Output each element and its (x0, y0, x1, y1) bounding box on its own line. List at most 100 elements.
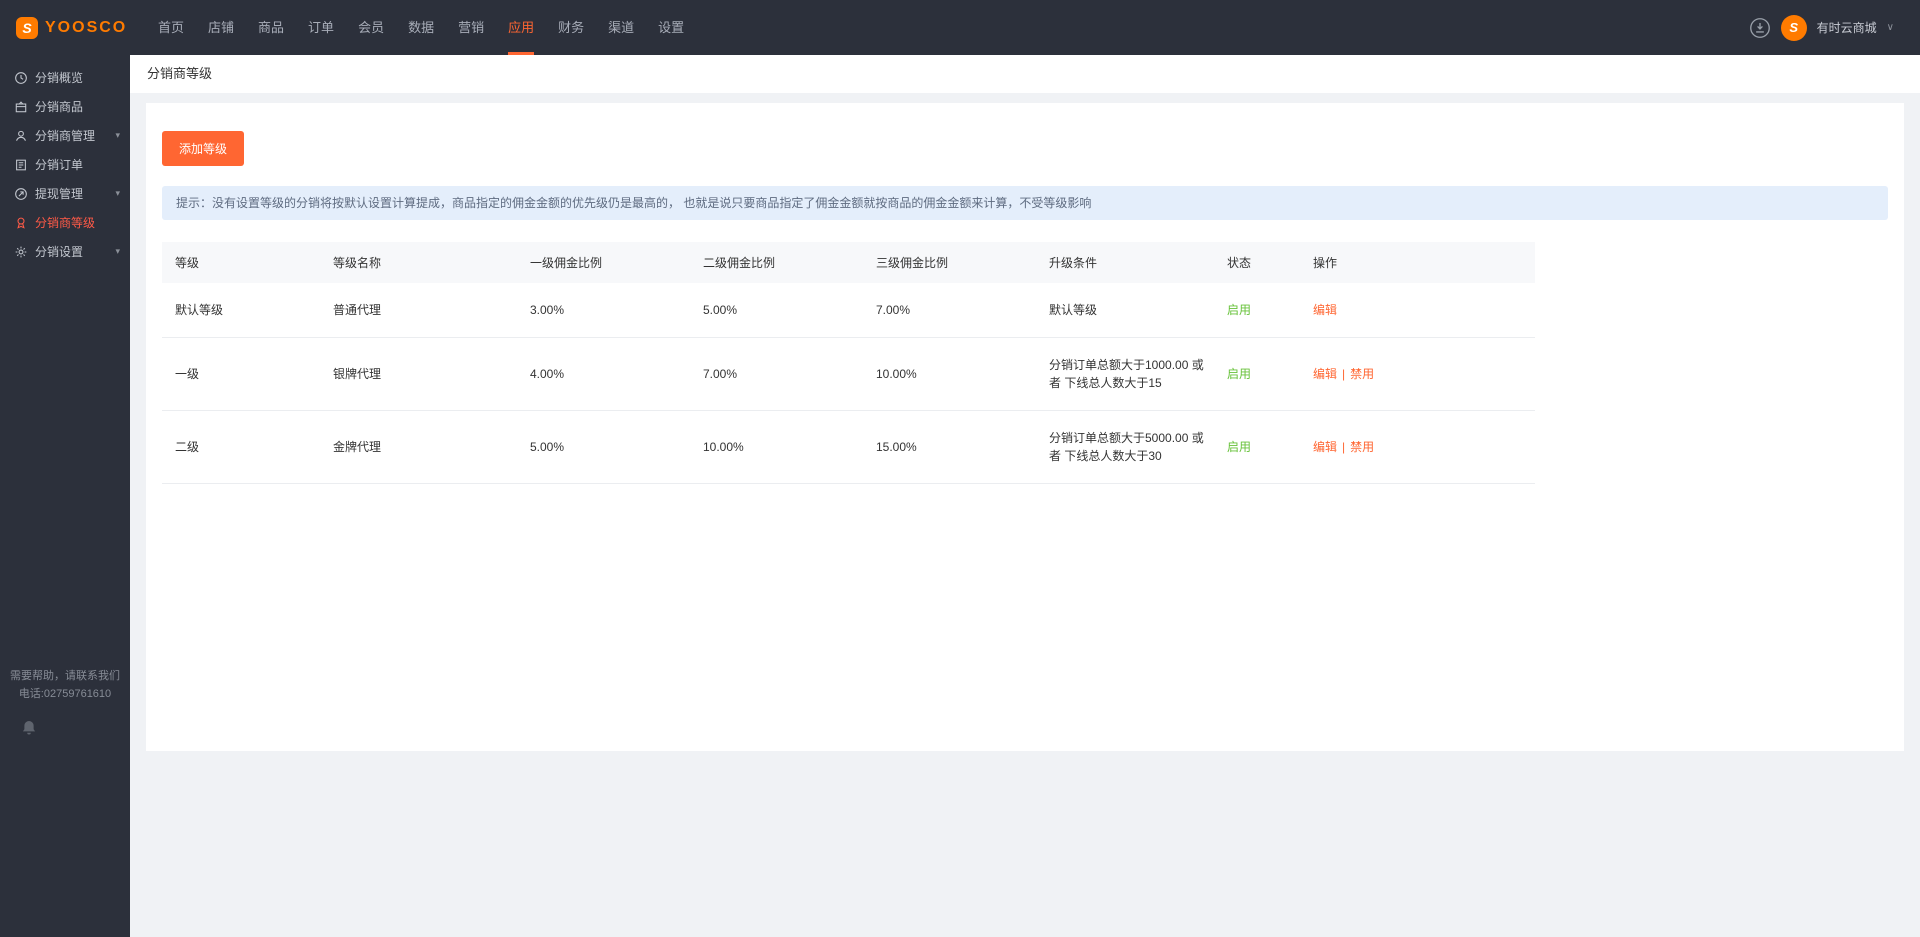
table-cell-actions: 编辑 | 禁用 (1305, 410, 1535, 484)
add-level-button[interactable]: 添加等级 (162, 131, 245, 166)
sidebar-help: 需要帮助，请联系我们 电话:02759761610 (0, 667, 130, 737)
sidebar-item[interactable]: 分销概览 (0, 63, 130, 92)
table-header-cell: 升级条件 (1041, 242, 1219, 283)
sidebar-item-label: 分销商等级 (35, 216, 96, 230)
top-nav-item[interactable]: 商品 (246, 0, 296, 55)
sidebar-item[interactable]: 分销商等级 (0, 208, 130, 237)
table-header-cell: 一级佣金比例 (522, 242, 695, 283)
table-cell: 普通代理 (325, 283, 522, 338)
table-cell-status: 启用 (1219, 337, 1305, 411)
table-cell: 7.00% (695, 337, 868, 411)
table-header-cell: 操作 (1305, 242, 1535, 283)
table-cell-status: 启用 (1219, 283, 1305, 338)
top-nav-item[interactable]: 应用 (496, 0, 546, 55)
disable-link[interactable]: 禁用 (1350, 367, 1374, 381)
table-cell: 7.00% (868, 283, 1041, 338)
top-nav-item[interactable]: 订单 (296, 0, 346, 55)
table-cell: 分销订单总额大于1000.00 或者 下线总人数大于15 (1041, 337, 1219, 411)
top-nav-item[interactable]: 首页 (146, 0, 196, 55)
chevron-down-icon[interactable]: ∨ (1887, 22, 1894, 33)
table-body: 默认等级 普通代理 3.00% 5.00% 7.00% 默认等级 启用 编辑 一级 银牌代理 4.0… (162, 283, 1535, 484)
table-row: 默认等级 普通代理 3.00% 5.00% 7.00% 默认等级 启用 编辑 (162, 283, 1535, 338)
topbar-right: S 有时云商城 ∨ (1749, 14, 1920, 41)
sidebar-item-label: 分销概览 (35, 71, 84, 85)
table-cell: 5.00% (522, 410, 695, 484)
brand-logo[interactable]: S YOOSCO (0, 16, 130, 39)
table-header-cell: 状态 (1219, 242, 1305, 283)
sidebar-item-label: 分销商品 (35, 100, 84, 114)
grade-icon (14, 216, 28, 230)
chevron-down-icon: ▾ (115, 188, 120, 198)
table-header-cell: 三级佣金比例 (868, 242, 1041, 283)
brand-logo-icon: S (16, 16, 38, 39)
levels-table: 等级 等级名称 一级佣金比例 二级佣金比例 三级佣金比例 升级条件 状态 操作 默认等级 普通代… (162, 242, 1535, 484)
table-header-cell: 等级名称 (325, 242, 522, 283)
table-header-row: 等级 等级名称 一级佣金比例 二级佣金比例 三级佣金比例 升级条件 状态 操作 (162, 242, 1535, 283)
chevron-down-icon: ▾ (115, 246, 120, 256)
tip-banner: 提示：没有设置等级的分销将按默认设置计算提成，商品指定的佣金金额的优先级仍是最高… (162, 186, 1888, 220)
sidebar: 分销概览分销商品分销商管理 ▾ 分销订单提现管理 ▾ 分销商等级分销设置 ▾ 需要帮助，请… (0, 55, 130, 937)
table-cell: 10.00% (868, 337, 1041, 411)
top-nav-item[interactable]: 会员 (346, 0, 396, 55)
table-head: 等级 等级名称 一级佣金比例 二级佣金比例 三级佣金比例 升级条件 状态 操作 (162, 242, 1535, 283)
table-row: 二级 金牌代理 5.00% 10.00% 15.00% 分销订单总额大于5000.00 或… (162, 410, 1535, 484)
table-header-cell: 等级 (162, 242, 325, 283)
sidebar-menu: 分销概览分销商品分销商管理 ▾ 分销订单提现管理 ▾ 分销商等级分销设置 ▾ (0, 55, 130, 266)
table-cell: 二级 (162, 410, 325, 484)
table-cell: 默认等级 (162, 283, 325, 338)
table-cell: 默认等级 (1041, 283, 1219, 338)
table-cell: 分销订单总额大于5000.00 或者 下线总人数大于30 (1041, 410, 1219, 484)
avatar[interactable]: S (1780, 14, 1807, 41)
table-cell: 金牌代理 (325, 410, 522, 484)
top-nav-item[interactable]: 营销 (446, 0, 496, 55)
action-separator: | (1342, 367, 1346, 381)
sidebar-item[interactable]: 分销订单 (0, 150, 130, 179)
top-nav-item[interactable]: 设置 (646, 0, 696, 55)
table-row: 一级 银牌代理 4.00% 7.00% 10.00% 分销订单总额大于1000.00 或者… (162, 337, 1535, 411)
account-name[interactable]: 有时云商城 (1817, 19, 1877, 36)
page-titlebar: 分销商等级 (130, 55, 1920, 93)
sidebar-item-label: 分销商管理 (35, 129, 96, 143)
top-nav-item[interactable]: 数据 (396, 0, 446, 55)
chevron-down-icon: ▾ (115, 130, 120, 140)
topbar: S YOOSCO 首页 店铺 商品 订单 会员 数据 营销 应用 财务 渠道 设置 S 有时云商城 … (0, 0, 1920, 55)
withdraw-icon (14, 187, 28, 201)
status-badge: 启用 (1227, 367, 1252, 381)
action-separator: | (1342, 440, 1346, 454)
sidebar-item[interactable]: 提现管理 ▾ (0, 179, 130, 208)
edit-link[interactable]: 编辑 (1313, 303, 1337, 317)
sidebar-item[interactable]: 分销设置 ▾ (0, 237, 130, 266)
table-cell-actions: 编辑 | 禁用 (1305, 337, 1535, 411)
help-text: 需要帮助，请联系我们 (10, 670, 120, 682)
sidebar-item[interactable]: 分销商管理 ▾ (0, 121, 130, 150)
bell-icon[interactable] (20, 719, 38, 737)
table-cell: 一级 (162, 337, 325, 411)
top-nav-item[interactable]: 渠道 (596, 0, 646, 55)
edit-link[interactable]: 编辑 (1313, 367, 1337, 381)
download-icon[interactable] (1749, 17, 1771, 39)
goods-icon (14, 100, 28, 114)
edit-link[interactable]: 编辑 (1313, 440, 1337, 454)
layout: 分销概览分销商品分销商管理 ▾ 分销订单提现管理 ▾ 分销商等级分销设置 ▾ 需要帮助，请… (0, 55, 1920, 937)
top-nav-item[interactable]: 店铺 (196, 0, 246, 55)
users-icon (14, 129, 28, 143)
gear-icon (14, 245, 28, 259)
page-title: 分销商等级 (147, 66, 213, 81)
status-badge: 启用 (1227, 303, 1252, 317)
disable-link[interactable]: 禁用 (1350, 440, 1374, 454)
table-cell: 4.00% (522, 337, 695, 411)
sidebar-item[interactable]: 分销商品 (0, 92, 130, 121)
sidebar-item-label: 分销设置 (35, 245, 84, 259)
table-header-cell: 二级佣金比例 (695, 242, 868, 283)
table-cell: 3.00% (522, 283, 695, 338)
table-cell: 5.00% (695, 283, 868, 338)
table-cell: 15.00% (868, 410, 1041, 484)
top-nav-item[interactable]: 财务 (546, 0, 596, 55)
table-cell-status: 启用 (1219, 410, 1305, 484)
table-cell: 银牌代理 (325, 337, 522, 411)
order-icon (14, 158, 28, 172)
clock-icon (14, 71, 28, 85)
sidebar-item-label: 提现管理 (35, 187, 84, 201)
content-card: 添加等级 提示：没有设置等级的分销将按默认设置计算提成，商品指定的佣金金额的优先… (146, 103, 1904, 751)
help-phone: 电话:02759761610 (18, 688, 112, 700)
